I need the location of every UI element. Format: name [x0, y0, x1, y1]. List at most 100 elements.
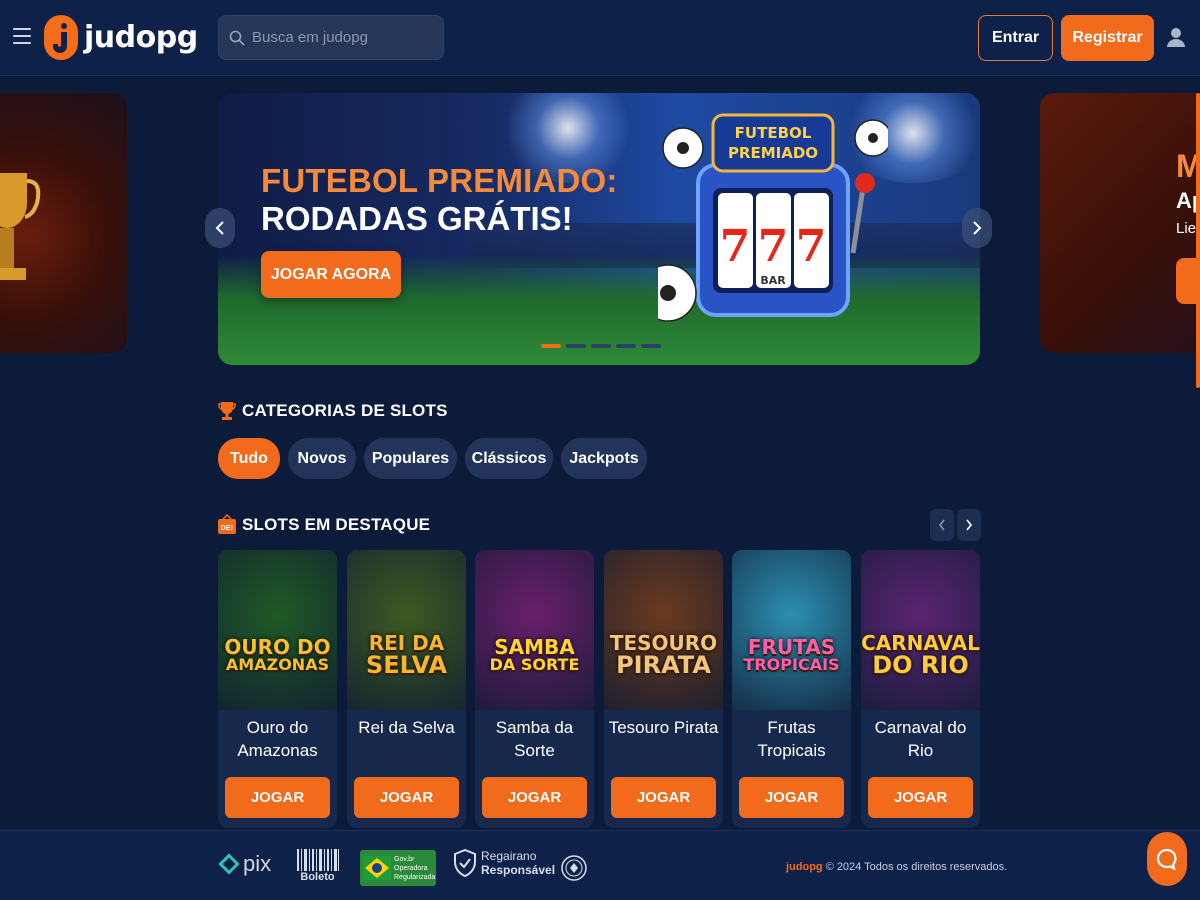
play-button[interactable]: JOGAR [868, 777, 973, 818]
slot-card[interactable]: CARNAVAL DO RIO Carnaval do Rio JOGAR [861, 550, 980, 828]
slot-artwork[interactable]: REI DA SELVA [347, 550, 466, 710]
slot-card[interactable]: OURO DO AMAZONAS Ouro do Amazonas JOGAR [218, 550, 337, 828]
shield-check-icon [454, 849, 476, 877]
trophy-icon [0, 173, 41, 280]
play-button[interactable]: JOGAR [482, 777, 587, 818]
slot-name: Tesouro Pirata [608, 718, 719, 737]
football-icon [662, 127, 704, 169]
slot-art-title-line-1: TESOURO [609, 631, 718, 655]
slot-name: Carnaval do Rio [874, 718, 967, 760]
slot-art-title-line-2: TROPICAIS [743, 655, 840, 674]
slot-art-title-line-1: SAMBA [494, 635, 575, 659]
play-button[interactable]: JOGAR [739, 777, 844, 818]
slot-name: Samba da Sorte [495, 718, 574, 760]
slot-name: Ouro do Amazonas [237, 718, 318, 760]
play-button[interactable]: JOGAR [611, 777, 716, 818]
logo-icon[interactable] [44, 15, 78, 60]
reel-symbol: 7 [758, 221, 789, 272]
slot-artwork[interactable]: TESOURO PIRATA [604, 550, 723, 710]
play-button[interactable]: JOGAR [354, 777, 459, 818]
slot-artwork[interactable]: OURO DO AMAZONAS [218, 550, 337, 710]
football-icon [854, 119, 888, 157]
slot-card[interactable]: REI DA SELVA Rei da Selva JOGAR [347, 550, 466, 828]
chip-classicos[interactable]: Clássicos [465, 438, 553, 479]
support-chat-button[interactable] [1147, 832, 1187, 886]
slot-art-title-line-1: OURO DO [224, 635, 331, 659]
gov-line-2: Operadora [394, 864, 428, 872]
login-button[interactable]: Entrar [978, 15, 1053, 61]
boleto-logo: Boleto [295, 849, 340, 883]
boleto-label: Boleto [300, 871, 335, 883]
slot-card[interactable]: SAMBA DA SORTE Samba da Sorte JOGAR [475, 550, 594, 828]
featured-badge-text: DE! [221, 525, 234, 532]
play-button[interactable]: JOGAR [225, 777, 330, 818]
carousel-dot[interactable] [591, 344, 611, 348]
slot-art-title-line-2: DA SORTE [489, 655, 580, 674]
football-icon [658, 264, 697, 322]
featured-title: SLOTS EM DESTAQUE [242, 515, 431, 534]
featured-heading: DE! SLOTS EM DESTAQUE [218, 514, 430, 536]
barcode-icon [296, 849, 339, 871]
gov-line-3: Regularizada [394, 873, 436, 881]
chevron-left-icon [938, 519, 945, 531]
play-now-button[interactable]: JOGAR AGORA [261, 251, 401, 298]
copyright-label: © 2024 Todos os direitos reservados. [825, 861, 1008, 873]
machine-sign-line-2: PREMIADO [728, 144, 818, 162]
slot-art-title-line-2: AMAZONAS [225, 655, 330, 674]
carousel-dot[interactable] [641, 344, 661, 348]
slot-artwork[interactable]: FRUTAS TROPICAIS [732, 550, 851, 710]
reel-symbol: 7 [796, 221, 827, 272]
chat-icon [1156, 848, 1177, 871]
logo-text[interactable]: judopg [84, 20, 198, 55]
reel-symbol: 7 [720, 221, 751, 272]
register-button[interactable]: Registrar [1061, 15, 1154, 61]
featured-badge-icon: DE! [218, 514, 236, 534]
featured-next-button[interactable] [957, 509, 981, 541]
machine-sign-line-1: FUTEBOL [735, 124, 812, 142]
banner-title-line-2: RODADAS GRÁTIS! [261, 200, 573, 237]
slot-card[interactable]: FRUTAS TROPICAIS Frutas Tropicais JOGAR [732, 550, 851, 828]
carousel-next-slide[interactable]: M Ap Lie [1040, 93, 1200, 353]
footer: pix Boleto Gov.br Operadora Regularizada [0, 830, 1200, 900]
top-header: judopg Entrar Registrar [0, 0, 1200, 76]
carousel-prev-button[interactable] [205, 208, 235, 248]
chip-jackpots[interactable]: Jackpots [561, 438, 647, 479]
slot-artwork[interactable]: CARNAVAL DO RIO [861, 550, 980, 710]
carousel-previous-slide[interactable] [0, 93, 127, 353]
slot-name: Rei da Selva [358, 718, 455, 737]
menu-icon[interactable] [13, 28, 31, 46]
hero-banner: FUTEBOL PREMIADO 7 7 7 BAR FUTEBOL PREMI… [218, 93, 980, 365]
chevron-right-icon [973, 221, 982, 235]
categories-title: CATEGORIAS DE SLOTS [242, 401, 448, 420]
gov-badge: Gov.br Operadora Regularizada [360, 850, 436, 886]
featured-prev-button[interactable] [930, 509, 954, 541]
slot-name: Frutas Tropicais [757, 718, 826, 760]
carousel-dots [541, 344, 661, 348]
slot-machine-illustration: FUTEBOL PREMIADO 7 7 7 BAR [658, 113, 888, 322]
user-icon[interactable] [1165, 26, 1187, 48]
next-slide-text: Lie [1176, 220, 1197, 237]
pix-label: pix [243, 851, 272, 876]
slot-card[interactable]: TESOURO PIRATA Tesouro Pirata JOGAR [604, 550, 723, 828]
carousel-dot[interactable] [616, 344, 636, 348]
carousel-dot[interactable] [541, 344, 561, 348]
responsible-gaming-badge: Regairano Responsável [454, 849, 555, 877]
slot-artwork[interactable]: SAMBA DA SORTE [475, 550, 594, 710]
search-input[interactable] [252, 29, 432, 46]
pix-icon [218, 853, 240, 875]
copyright-text: judopg © 2024 Todos os direitos reservado… [786, 861, 1007, 873]
categories-heading: CATEGORIAS DE SLOTS [218, 401, 448, 421]
chip-novos[interactable]: Novos [288, 438, 356, 479]
slot-art-title-line-1: REI DA [368, 631, 445, 655]
carousel-dot[interactable] [566, 344, 586, 348]
gov-line-1: Gov.br [394, 855, 415, 863]
chip-tudo[interactable]: Tudo [218, 438, 280, 479]
carousel-next-button[interactable] [962, 208, 992, 248]
responsible-line-2: Responsável [481, 863, 556, 877]
scrollbar[interactable] [1196, 93, 1200, 388]
search-box[interactable] [218, 15, 444, 60]
slot-art-title-line-1: CARNAVAL [861, 631, 980, 655]
footer-brand[interactable]: judopg [786, 861, 823, 873]
chip-populares[interactable]: Populares [364, 438, 457, 479]
slot-art-title-line-2: SELVA [365, 651, 448, 679]
